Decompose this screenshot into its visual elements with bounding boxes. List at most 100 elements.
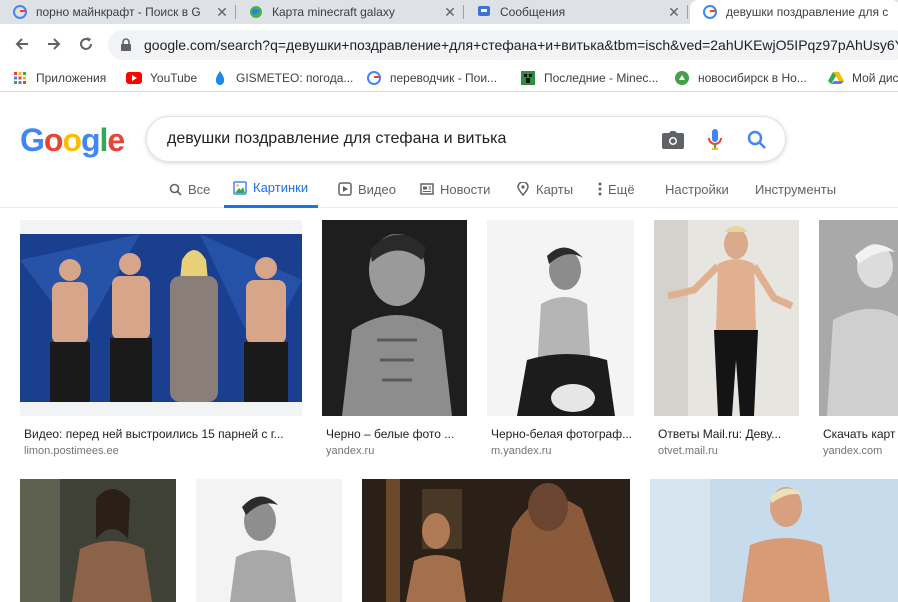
bookmark-drive[interactable]: Мой дис bbox=[828, 68, 898, 88]
bookmark-minecraft[interactable]: Последние - Minec... bbox=[520, 68, 658, 88]
video-icon bbox=[338, 182, 352, 196]
tab-label: Все bbox=[188, 181, 211, 197]
result-caption[interactable]: Черно-белая фотограф... bbox=[491, 427, 633, 441]
result-caption[interactable]: Скачать карт bbox=[823, 427, 898, 441]
tab-settings[interactable]: Настройки bbox=[665, 170, 729, 208]
tab-label: Настройки bbox=[665, 181, 729, 197]
browser-tab-strip: порно майнкрафт - Поиск в G ✕ Карта mine… bbox=[0, 0, 898, 24]
browser-tab[interactable]: порно майнкрафт - Поиск в G ✕ bbox=[0, 0, 236, 24]
search-input[interactable]: девушки поздравление для стефана и витьк… bbox=[167, 130, 506, 148]
url-text: google.com/search?q=девушки+поздравление… bbox=[144, 37, 898, 53]
bookmark-youtube[interactable]: YouTube bbox=[126, 68, 197, 88]
result-thumbnail[interactable] bbox=[819, 220, 898, 416]
bookmark-gismeteo[interactable]: GISMETEO: погода... bbox=[212, 68, 353, 88]
search-icon[interactable] bbox=[745, 128, 769, 152]
apps-grid-icon bbox=[12, 70, 28, 86]
result-caption[interactable]: Видео: перед ней выстроились 15 парней с… bbox=[24, 427, 300, 441]
browser-toolbar: google.com/search?q=девушки+поздравление… bbox=[0, 24, 898, 64]
search-box[interactable]: девушки поздравление для стефана и витьк… bbox=[146, 116, 786, 162]
google-g-icon bbox=[366, 70, 382, 86]
result-source: yandex.ru bbox=[326, 445, 375, 457]
result-thumbnail[interactable] bbox=[362, 479, 630, 602]
drive-icon bbox=[828, 70, 844, 86]
back-arrow-icon[interactable] bbox=[10, 32, 34, 56]
bookmark-label: переводчик - Пои... bbox=[390, 71, 498, 85]
image-result[interactable]: Видео: перед ней выстроились 15 парней с… bbox=[20, 220, 302, 460]
result-source: otvet.mail.ru bbox=[658, 445, 718, 457]
google-g-icon bbox=[12, 4, 28, 20]
bookmark-translator[interactable]: переводчик - Пои... bbox=[366, 68, 497, 88]
browser-tab[interactable]: Сообщения ✕ bbox=[464, 0, 688, 24]
bookmark-apps[interactable]: Приложения bbox=[12, 68, 106, 88]
tab-label: Картинки bbox=[253, 180, 309, 195]
more-vert-icon bbox=[596, 182, 604, 196]
camera-icon[interactable] bbox=[661, 128, 685, 152]
image-result[interactable]: Скачать карт yandex.com bbox=[819, 220, 898, 460]
result-source: limon.postimees.ee bbox=[24, 445, 119, 457]
result-thumbnail[interactable] bbox=[650, 479, 898, 602]
result-thumbnail[interactable] bbox=[654, 220, 799, 416]
image-result[interactable] bbox=[362, 479, 630, 602]
tab-label: Новости bbox=[440, 181, 491, 197]
tab-label: Карты bbox=[536, 181, 574, 197]
tab-label: Видео bbox=[358, 181, 396, 197]
forward-arrow-icon[interactable] bbox=[42, 32, 66, 56]
tab-video[interactable]: Видео bbox=[338, 170, 396, 208]
bookmark-label: YouTube bbox=[150, 71, 198, 85]
tab-tools[interactable]: Инструменты bbox=[755, 170, 836, 208]
gismeteo-drop-icon bbox=[212, 70, 228, 86]
reload-icon[interactable] bbox=[74, 32, 98, 56]
browser-tab[interactable]: Карта minecraft galaxy ✕ bbox=[236, 0, 464, 24]
news-icon bbox=[420, 182, 434, 196]
search-icon bbox=[168, 182, 182, 196]
image-result[interactable]: Черно-белая фотограф... m.yandex.ru bbox=[487, 220, 634, 460]
green-logo-icon bbox=[674, 70, 690, 86]
result-source: m.yandex.ru bbox=[491, 445, 552, 457]
tab-title: Сообщения bbox=[500, 5, 566, 19]
youtube-icon bbox=[126, 70, 142, 86]
tab-more[interactable]: Ещё bbox=[596, 170, 635, 208]
tab-title: порно майнкрафт - Поиск в G bbox=[36, 5, 201, 19]
bookmark-label: Мой дис bbox=[852, 71, 898, 85]
bookmark-label: GISMETEO: погода... bbox=[236, 71, 354, 85]
close-tab-icon[interactable]: ✕ bbox=[214, 4, 230, 20]
result-caption[interactable]: Ответы Mail.ru: Деву... bbox=[658, 427, 798, 441]
tab-news[interactable]: Новости bbox=[420, 170, 490, 208]
browser-tab-active[interactable]: девушки поздравление для с bbox=[690, 0, 898, 24]
microphone-icon[interactable] bbox=[703, 128, 727, 152]
google-g-icon bbox=[702, 4, 718, 20]
tab-title: девушки поздравление для с bbox=[726, 5, 889, 19]
result-thumbnail[interactable] bbox=[487, 220, 634, 416]
result-thumbnail[interactable] bbox=[196, 479, 342, 602]
bookmarks-bar: Приложения YouTube GISMETEO: погода... п… bbox=[0, 64, 898, 92]
image-result[interactable] bbox=[196, 479, 342, 602]
globe-icon bbox=[248, 4, 264, 20]
image-result[interactable]: Ответы Mail.ru: Деву... otvet.mail.ru bbox=[654, 220, 799, 460]
bookmark-novosibirsk[interactable]: новосибирск в Но... bbox=[674, 68, 807, 88]
bookmark-label: Последние - Minec... bbox=[544, 71, 659, 85]
result-caption[interactable]: Черно – белые фото ... bbox=[326, 427, 466, 441]
search-tabs: Все Картинки Видео Новости Карты Ещё Нас… bbox=[0, 170, 898, 208]
minecraft-icon bbox=[520, 70, 536, 86]
address-bar[interactable]: google.com/search?q=девушки+поздравление… bbox=[108, 30, 898, 60]
lock-icon bbox=[120, 38, 136, 52]
image-icon bbox=[233, 180, 247, 195]
tab-maps[interactable]: Карты bbox=[516, 170, 573, 208]
tab-label: Ещё bbox=[608, 181, 635, 197]
tab-title: Карта minecraft galaxy bbox=[272, 5, 395, 19]
bookmark-label: новосибирск в Но... bbox=[698, 71, 807, 85]
image-result[interactable]: Черно – белые фото ... yandex.ru bbox=[322, 220, 467, 460]
google-logo[interactable]: Google bbox=[20, 122, 125, 159]
close-tab-icon[interactable]: ✕ bbox=[666, 4, 682, 20]
result-thumbnail[interactable] bbox=[20, 220, 302, 416]
map-pin-icon bbox=[516, 182, 530, 196]
image-result[interactable] bbox=[650, 479, 898, 602]
result-thumbnail[interactable] bbox=[322, 220, 467, 416]
close-tab-icon[interactable]: ✕ bbox=[442, 4, 458, 20]
bookmark-label: Приложения bbox=[36, 71, 107, 85]
image-result[interactable] bbox=[20, 479, 176, 602]
tab-all[interactable]: Все bbox=[168, 170, 210, 208]
result-thumbnail[interactable] bbox=[20, 479, 176, 602]
tab-images[interactable]: Картинки bbox=[224, 170, 319, 208]
result-source: yandex.com bbox=[823, 445, 883, 457]
